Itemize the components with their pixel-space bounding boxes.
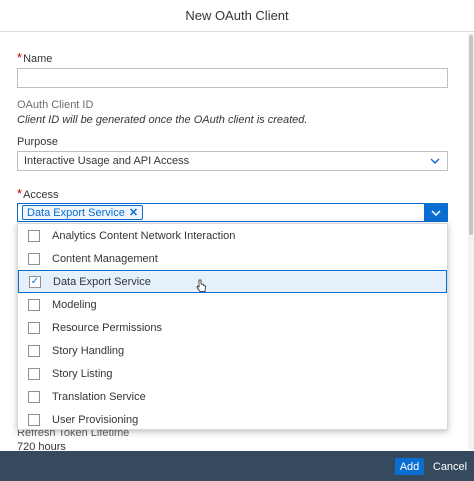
dialog-scrollbar[interactable] (468, 33, 474, 449)
cancel-button[interactable]: Cancel (430, 458, 470, 475)
access-options-list: Analytics Content Network Interaction Co… (17, 223, 448, 430)
checkbox[interactable] (28, 298, 40, 311)
list-item[interactable]: Resource Permissions (18, 316, 447, 339)
list-item[interactable]: Content Management (18, 247, 447, 270)
list-item[interactable]: Story Handling (18, 339, 447, 362)
chevron-down-icon[interactable] (429, 155, 441, 167)
checkbox[interactable] (28, 344, 40, 357)
purpose-label: Purpose (17, 136, 58, 148)
client-id-note: Client ID will be generated once the OAu… (17, 114, 308, 126)
checkbox[interactable] (28, 229, 40, 242)
list-item[interactable]: Story Listing (18, 362, 447, 385)
checkbox[interactable] (28, 367, 40, 380)
access-label: *Access (17, 186, 59, 201)
access-token[interactable]: Data Export Service ✕ (22, 205, 144, 220)
required-asterisk: * (17, 50, 23, 65)
name-input[interactable] (17, 68, 448, 88)
checkbox[interactable] (28, 413, 40, 426)
dialog-header: New OAuth Client (0, 0, 474, 32)
list-item[interactable]: Analytics Content Network Interaction (18, 224, 447, 247)
required-asterisk: * (17, 186, 23, 201)
access-token-label: Data Export Service (27, 206, 125, 219)
checkbox[interactable] (28, 390, 40, 403)
checkbox[interactable] (28, 321, 40, 334)
chevron-down-icon (431, 209, 441, 216)
list-item[interactable]: Translation Service (18, 385, 447, 408)
purpose-select[interactable]: Interactive Usage and API Access (17, 151, 448, 171)
checkbox-checked[interactable]: ✓ (29, 275, 41, 288)
access-multicombobox[interactable]: Data Export Service ✕ (17, 203, 448, 222)
checkbox[interactable] (28, 252, 40, 265)
access-dropdown-button[interactable] (424, 203, 448, 222)
list-item[interactable]: Modeling (18, 293, 447, 316)
client-id-label: OAuth Client ID (17, 99, 94, 111)
check-icon: ✓ (30, 276, 40, 287)
hand-cursor-icon (196, 279, 206, 292)
list-item-selected[interactable]: ✓ Data Export Service (18, 270, 447, 293)
list-item[interactable]: User Provisioning (18, 408, 447, 431)
close-icon[interactable]: ✕ (129, 206, 138, 219)
add-button[interactable]: Add (395, 458, 424, 475)
name-label: *Name (17, 50, 53, 65)
purpose-value: Interactive Usage and API Access (24, 155, 190, 167)
scrollbar-thumb[interactable] (469, 35, 473, 235)
dialog-title: New OAuth Client (185, 8, 289, 23)
oauth-client-dialog: New OAuth Client *Name OAuth Client ID C… (0, 0, 474, 481)
